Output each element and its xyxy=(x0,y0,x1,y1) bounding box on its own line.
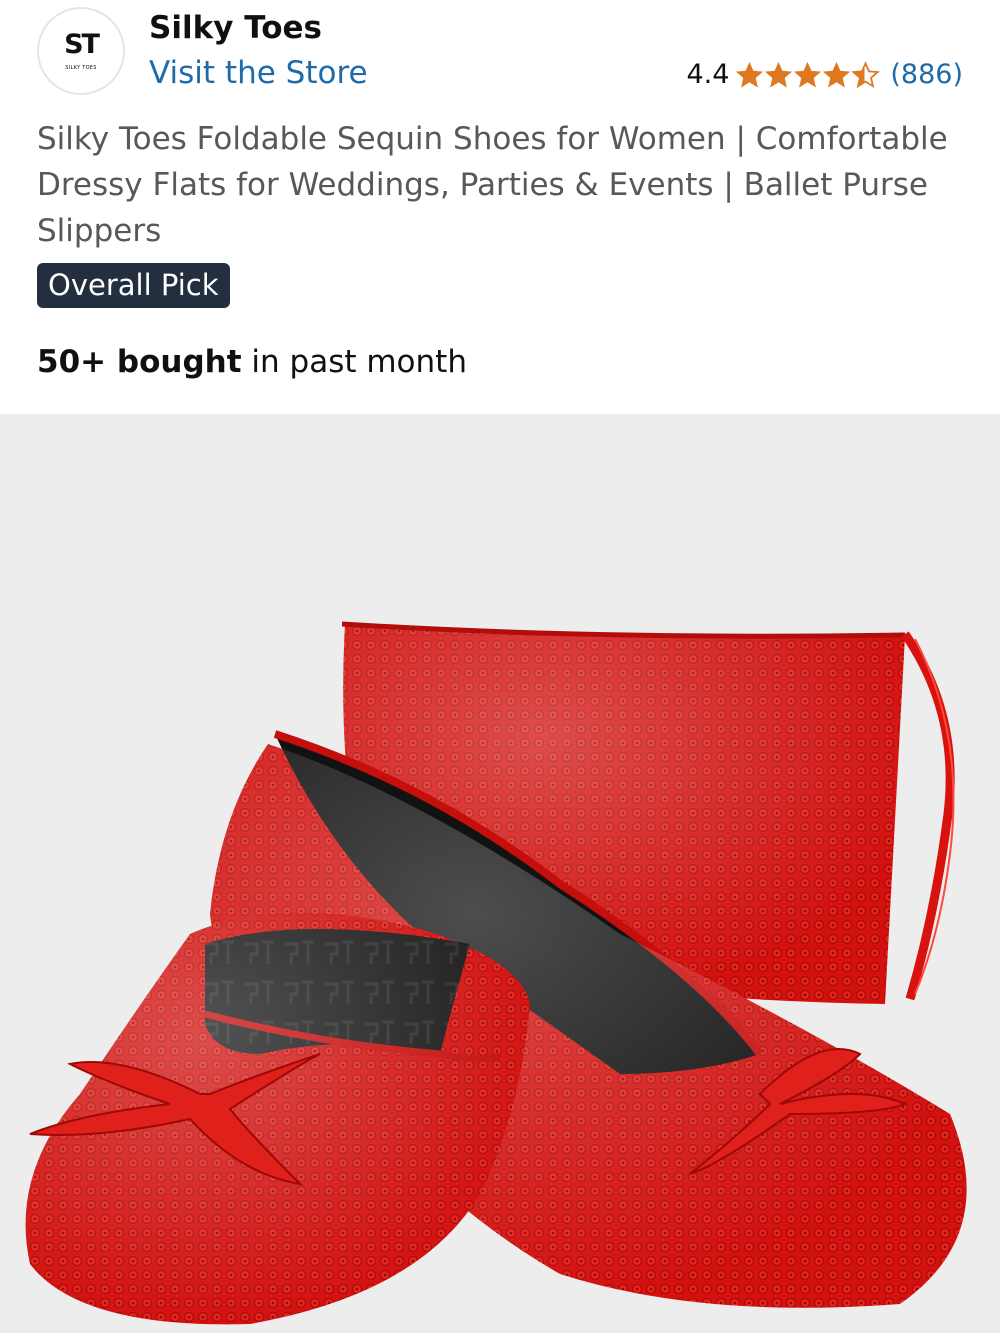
review-count-link[interactable]: (886) xyxy=(890,56,963,94)
star-rating xyxy=(735,60,881,90)
star-icon xyxy=(823,61,851,88)
star-icon xyxy=(765,61,793,88)
logo-subtext: SILKY TOES xyxy=(65,65,97,71)
bought-count: 50+ bought xyxy=(37,344,242,380)
bought-period: in past month xyxy=(241,344,467,380)
visit-store-link[interactable]: Visit the Store xyxy=(149,53,368,93)
rating-value: 4.4 xyxy=(686,59,730,90)
half-star-icon xyxy=(851,60,881,88)
star-icon xyxy=(736,61,764,88)
bought-in-past-month: 50+ bought in past month xyxy=(37,339,467,385)
product-title[interactable]: Silky Toes Foldable Sequin Shoes for Wom… xyxy=(37,116,967,254)
rating-summary[interactable]: 4.4 (886) xyxy=(686,56,963,94)
brand-logo[interactable]: ST SILKY TOES xyxy=(37,7,125,95)
overall-pick-badge: Overall Pick xyxy=(37,263,230,308)
brand-name[interactable]: Silky Toes xyxy=(149,8,322,48)
store-header: ST SILKY TOES Silky Toes Visit the Store… xyxy=(0,0,1000,110)
product-image[interactable] xyxy=(0,414,1000,1333)
logo-mark: ST xyxy=(64,29,100,60)
star-icon xyxy=(794,61,822,88)
product-photo xyxy=(0,414,1000,1333)
